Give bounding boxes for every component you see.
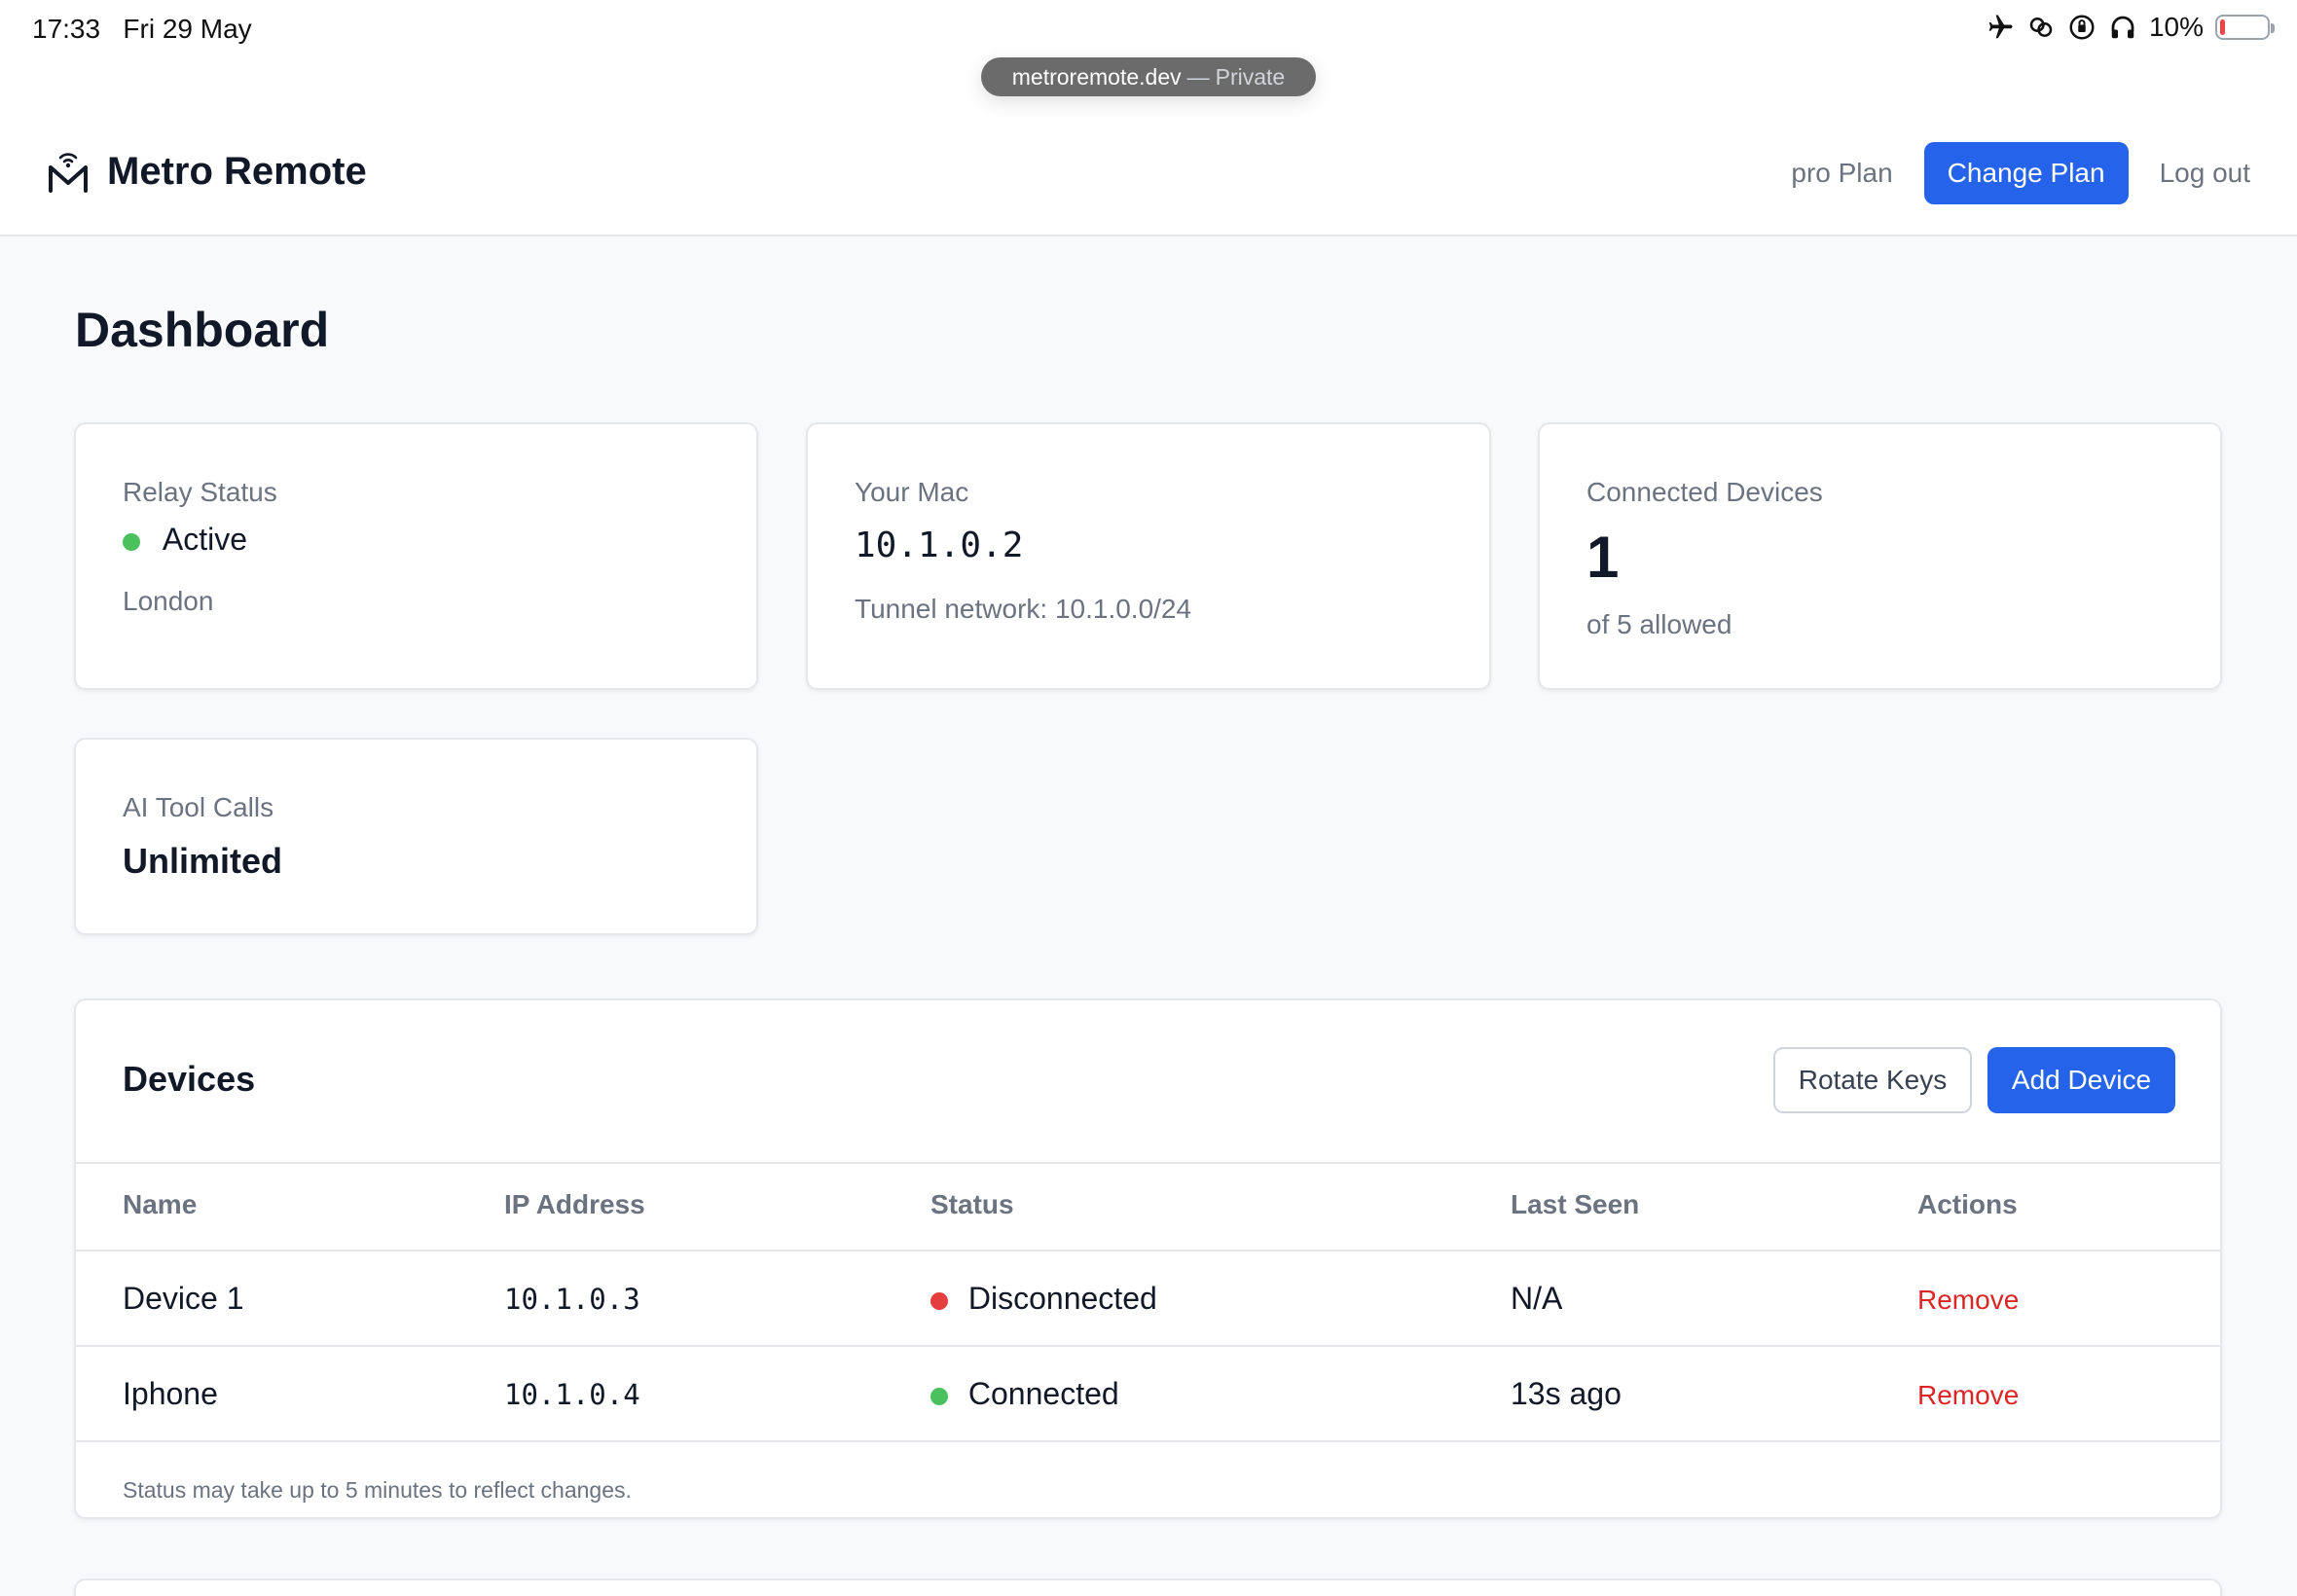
mac-ip: 10.1.0.2	[855, 526, 1024, 565]
ai-tool-calls-value: Unlimited	[123, 841, 283, 881]
device-last-seen: 13s ago	[1511, 1376, 1622, 1411]
card-label: Connected Devices	[1586, 477, 1823, 507]
divider	[76, 1162, 2220, 1164]
status-footnote: Status may take up to 5 minutes to refle…	[123, 1477, 632, 1503]
orientation-lock-icon	[2069, 15, 2095, 40]
allowed-devices: of 5 allowed	[1586, 609, 1732, 639]
card-label: AI Tool Calls	[123, 792, 274, 822]
divider	[76, 1345, 2220, 1347]
rotate-keys-button[interactable]: Rotate Keys	[1773, 1047, 1972, 1113]
battery-percent: 10%	[2148, 12, 2204, 42]
device-name: Iphone	[123, 1376, 218, 1411]
connected-devices-card: Connected Devices 1 of 5 allowed	[1538, 422, 2222, 690]
card-label: Relay Status	[123, 477, 277, 507]
relay-status-value: Active	[123, 522, 247, 558]
column-header-last-seen: Last Seen	[1511, 1189, 1640, 1219]
url-domain: metroremote.dev	[1011, 63, 1182, 90]
device-ip: 10.1.0.3	[504, 1283, 640, 1316]
status-time: 17:33 Fri 29 May	[32, 14, 252, 45]
relay-status-text: Active	[162, 522, 248, 557]
devices-title: Devices	[123, 1059, 256, 1099]
device-status: Disconnected	[930, 1281, 1157, 1317]
your-mac-card: Your Mac 10.1.0.2 Tunnel network: 10.1.0…	[806, 422, 1491, 690]
tunnel-network: Tunnel network: 10.1.0.0/24	[855, 594, 1192, 624]
link-icon	[2029, 18, 2053, 37]
device-status-text: Connected	[967, 1376, 1119, 1411]
page-title: Dashboard	[75, 303, 330, 357]
add-device-button[interactable]: Add Device	[1987, 1047, 2175, 1113]
url-separator: —	[1186, 63, 1210, 90]
divider	[76, 1440, 2220, 1442]
clock-date: Fri 29 May	[123, 14, 252, 44]
column-header-name: Name	[123, 1189, 198, 1219]
logout-link[interactable]: Log out	[2160, 158, 2250, 189]
status-right: 10%	[1986, 12, 2275, 43]
status-dot-icon	[930, 1291, 948, 1310]
brand[interactable]: Metro Remote	[47, 148, 367, 195]
device-last-seen: N/A	[1511, 1281, 1563, 1316]
devices-panel: Devices Rotate Keys Add Device Name IP A…	[74, 998, 2222, 1519]
status-dot-icon	[123, 532, 140, 551]
airplane-icon	[1988, 15, 2013, 39]
device-status-text: Disconnected	[967, 1281, 1157, 1316]
url-pill[interactable]: metroremote.dev — Private	[981, 57, 1316, 96]
clock-time: 17:33	[32, 14, 101, 44]
column-header-actions: Actions	[1917, 1189, 2018, 1219]
column-header-ip: IP Address	[504, 1189, 645, 1219]
app-header: Metro Remote pro Plan Change Plan Log ou…	[0, 117, 2297, 236]
remove-device-button[interactable]: Remove	[1917, 1380, 2019, 1411]
connected-count: 1	[1586, 525, 1620, 590]
battery-level	[2220, 19, 2225, 35]
status-bar: 17:33 Fri 29 May 10% metroremote.dev — P…	[0, 0, 2297, 117]
change-plan-button[interactable]: Change Plan	[1923, 142, 2129, 204]
divider	[76, 1250, 2220, 1251]
ai-tool-calls-card: AI Tool Calls Unlimited	[74, 738, 758, 935]
status-dot-icon	[930, 1387, 948, 1405]
device-name: Device 1	[123, 1281, 244, 1316]
column-header-status: Status	[930, 1189, 1014, 1219]
next-section-card	[74, 1578, 2222, 1596]
brand-name: Metro Remote	[107, 149, 367, 193]
battery-icon	[2215, 15, 2275, 40]
device-status: Connected	[930, 1376, 1119, 1412]
remove-device-button[interactable]: Remove	[1917, 1285, 2019, 1316]
relay-status-card: Relay Status Active London	[74, 422, 758, 690]
current-plan-link[interactable]: pro Plan	[1791, 158, 1892, 189]
headphones-icon	[2111, 16, 2134, 39]
metro-remote-logo-icon	[49, 153, 88, 193]
card-label: Your Mac	[855, 477, 969, 507]
url-mode: Private	[1215, 63, 1286, 90]
device-ip: 10.1.0.4	[504, 1378, 640, 1411]
relay-location: London	[123, 586, 214, 616]
header-nav: pro Plan Change Plan Log out	[1791, 142, 2250, 204]
